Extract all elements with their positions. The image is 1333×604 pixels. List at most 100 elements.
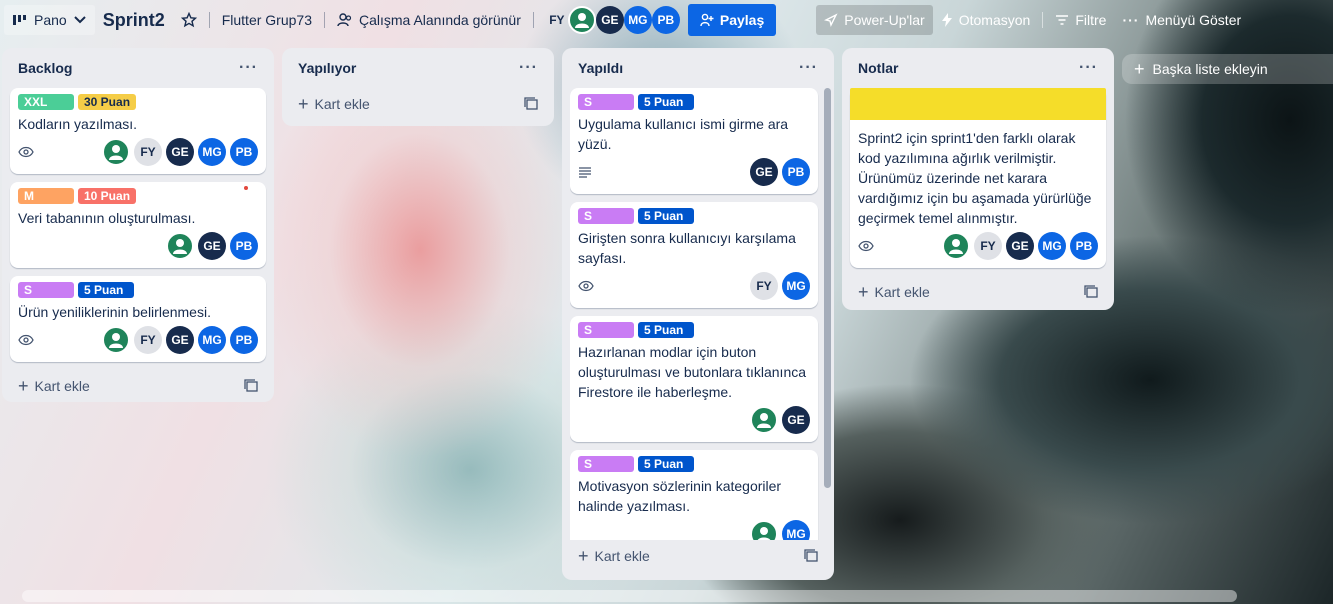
member-avatar[interactable]: MG bbox=[782, 520, 810, 540]
automation-button[interactable]: Otomasyon bbox=[933, 5, 1039, 35]
member-avatar[interactable]: GE bbox=[1006, 232, 1034, 260]
add-card-button[interactable]: + Kart ekle bbox=[850, 276, 1106, 308]
add-card-button[interactable]: + Kart ekle bbox=[10, 370, 266, 402]
member-avatar[interactable] bbox=[166, 232, 194, 260]
list-title[interactable]: Yapıldı bbox=[578, 60, 623, 76]
card-label[interactable]: XXL bbox=[18, 94, 74, 110]
list-cards-scroll: S 5 Puan Uygulama kullanıcı ismi girme a… bbox=[570, 88, 826, 540]
member-avatar[interactable] bbox=[750, 406, 778, 434]
add-list-label: Başka liste ekleyin bbox=[1152, 61, 1268, 77]
member-avatar[interactable]: MG bbox=[782, 272, 810, 300]
add-list-button[interactable]: + Başka liste ekleyin bbox=[1122, 54, 1333, 84]
share-button[interactable]: Paylaş bbox=[687, 4, 777, 36]
card-label[interactable]: 10 Puan bbox=[78, 188, 137, 204]
card-label[interactable]: S bbox=[578, 456, 634, 472]
member-avatar[interactable]: PB bbox=[782, 158, 810, 186]
card-title: Sprint2 için sprint1'den farklı olarak k… bbox=[858, 130, 1092, 226]
card-label[interactable]: 5 Puan bbox=[638, 322, 694, 338]
card-label[interactable]: 5 Puan bbox=[638, 208, 694, 224]
member-avatar[interactable] bbox=[102, 138, 130, 166]
star-button[interactable] bbox=[173, 5, 205, 35]
more-icon[interactable]: ··· bbox=[519, 60, 538, 76]
workspace-button[interactable]: Flutter Grup73 bbox=[214, 5, 320, 35]
card-title: Hazırlanan modlar için buton oluşturulma… bbox=[578, 344, 807, 400]
card[interactable]: S 5 Puan Hazırlanan modlar için buton ol… bbox=[570, 316, 818, 442]
board-scrollbar[interactable] bbox=[0, 590, 1333, 602]
power-ups-button[interactable]: Power-Up'lar bbox=[816, 5, 933, 35]
board-scrollbar-thumb[interactable] bbox=[22, 590, 1237, 602]
card[interactable]: S 5 Puan Ürün yeniliklerinin belirlenmes… bbox=[10, 276, 266, 362]
add-card-label: Kart ekle bbox=[874, 284, 930, 300]
member-avatar[interactable] bbox=[942, 232, 970, 260]
separator bbox=[208, 12, 210, 28]
board-view-switcher[interactable]: Pano bbox=[4, 5, 95, 35]
card[interactable]: XXL 30 Puan Kodların yazılması. FY GE MG… bbox=[10, 88, 266, 174]
add-card-button[interactable]: + Kart ekle bbox=[570, 540, 826, 572]
card[interactable]: Sprint2 için sprint1'den farklı olarak k… bbox=[850, 88, 1106, 268]
member-avatar[interactable]: PB bbox=[1070, 232, 1098, 260]
card-label[interactable]: S bbox=[578, 94, 634, 110]
member-avatar[interactable]: FY bbox=[750, 272, 778, 300]
more-icon[interactable]: ··· bbox=[239, 60, 258, 76]
member-avatar[interactable] bbox=[102, 326, 130, 354]
card[interactable]: S 5 Puan Motivasyon sözlerinin kategoril… bbox=[570, 450, 818, 540]
filter-button[interactable]: Filtre bbox=[1047, 5, 1114, 35]
member-avatar[interactable]: PB bbox=[651, 6, 680, 34]
member-avatar[interactable] bbox=[567, 6, 596, 34]
board-title[interactable]: Sprint2 bbox=[95, 10, 173, 31]
member-avatar[interactable]: GE bbox=[595, 6, 624, 34]
card-label[interactable]: 30 Puan bbox=[78, 94, 137, 110]
visibility-button[interactable]: Çalışma Alanında görünür bbox=[329, 5, 529, 35]
card-label[interactable]: S bbox=[18, 282, 74, 298]
member-avatar[interactable]: FY bbox=[974, 232, 1002, 260]
card-label[interactable]: S bbox=[578, 322, 634, 338]
more-icon[interactable]: ··· bbox=[799, 60, 818, 76]
card-label[interactable]: S bbox=[578, 208, 634, 224]
template-icon[interactable] bbox=[524, 97, 538, 111]
member-avatar[interactable]: MG bbox=[198, 138, 226, 166]
member-avatar[interactable]: FY bbox=[134, 326, 162, 354]
add-card-button[interactable]: + Kart ekle bbox=[290, 88, 546, 120]
card[interactable]: S 5 Puan Girişten sonra kullanıcıyı karş… bbox=[570, 202, 818, 308]
member-avatar[interactable]: PB bbox=[230, 326, 258, 354]
list-title[interactable]: Yapılıyor bbox=[298, 60, 356, 76]
card-label[interactable]: 5 Puan bbox=[638, 456, 694, 472]
list-scrollbar[interactable] bbox=[824, 88, 831, 488]
show-menu-button[interactable]: ··· Menüyü Göster bbox=[1114, 5, 1249, 35]
member-avatar[interactable]: MG bbox=[623, 6, 652, 34]
card-footer: GE PB bbox=[18, 232, 258, 260]
template-icon[interactable] bbox=[244, 379, 258, 393]
user-icon bbox=[173, 239, 187, 254]
card[interactable]: M 10 Puan Veri tabanının oluşturulması. … bbox=[10, 182, 266, 268]
template-icon[interactable] bbox=[804, 549, 818, 563]
member-avatar[interactable]: FY bbox=[134, 138, 162, 166]
member-avatar[interactable]: GE bbox=[750, 158, 778, 186]
member-avatar[interactable]: GE bbox=[782, 406, 810, 434]
list-title[interactable]: Backlog bbox=[18, 60, 72, 76]
card-title: Kodların yazılması. bbox=[18, 116, 138, 132]
member-avatar[interactable]: PB bbox=[230, 138, 258, 166]
template-icon[interactable] bbox=[1084, 285, 1098, 299]
card-label[interactable]: 5 Puan bbox=[78, 282, 134, 298]
card-members: FY GE MG PB bbox=[102, 138, 258, 166]
card-members: FY GE MG PB bbox=[942, 232, 1098, 260]
member-avatar[interactable] bbox=[750, 520, 778, 540]
card[interactable]: S 5 Puan Uygulama kullanıcı ismi girme a… bbox=[570, 88, 818, 194]
card-title: Girişten sonra kullanıcıyı karşılama say… bbox=[578, 230, 796, 266]
board-members: FY GE MG PB bbox=[546, 6, 680, 34]
member-avatar[interactable]: MG bbox=[198, 326, 226, 354]
member-avatar[interactable]: FY bbox=[546, 6, 568, 34]
member-avatar[interactable]: GE bbox=[198, 232, 226, 260]
star-icon bbox=[180, 12, 197, 28]
card-label[interactable]: 5 Puan bbox=[638, 94, 694, 110]
member-avatar[interactable]: GE bbox=[166, 326, 194, 354]
more-icon: ··· bbox=[1122, 12, 1140, 28]
member-avatar[interactable]: GE bbox=[166, 138, 194, 166]
member-avatar[interactable]: MG bbox=[1038, 232, 1066, 260]
more-icon[interactable]: ··· bbox=[1079, 60, 1098, 76]
card-label[interactable]: M bbox=[18, 188, 74, 204]
member-avatar[interactable]: PB bbox=[230, 232, 258, 260]
card-members: FY GE MG PB bbox=[102, 326, 258, 354]
list-title[interactable]: Notlar bbox=[858, 60, 898, 76]
chevron-down-icon bbox=[73, 13, 87, 27]
